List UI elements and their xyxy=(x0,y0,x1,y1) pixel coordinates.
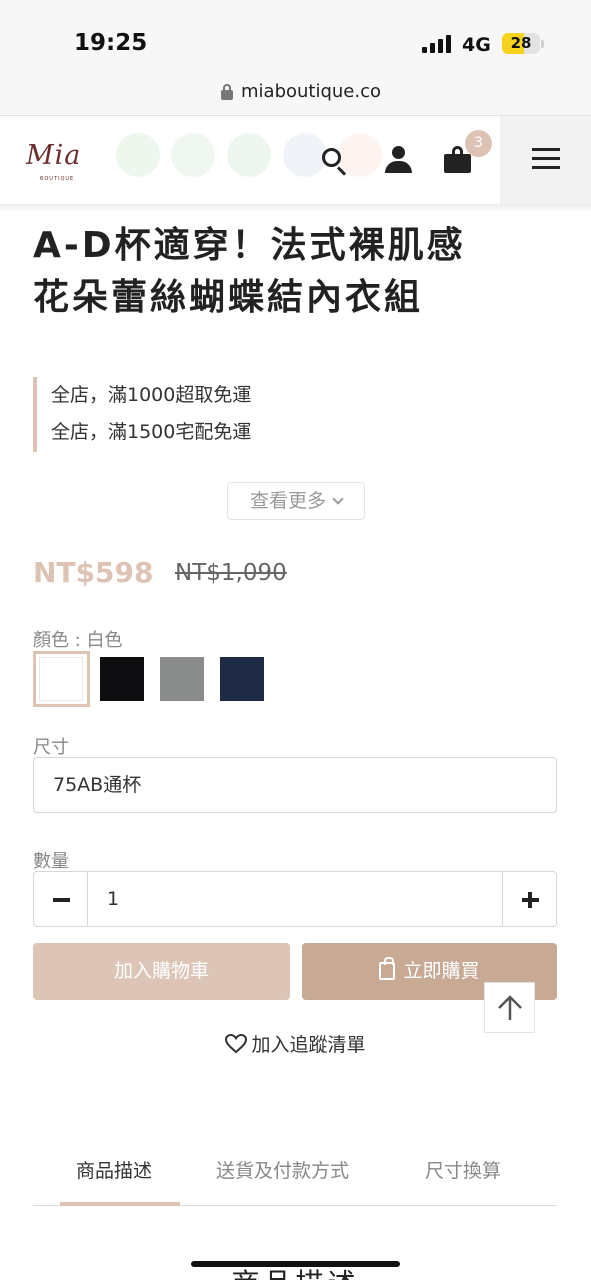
size-select[interactable]: 75AB通杯 xyxy=(33,757,557,813)
battery-tip xyxy=(541,40,544,48)
cart-count-badge: 3 xyxy=(465,130,492,157)
original-price: NT$1,090 xyxy=(175,560,287,586)
tab-size-chart[interactable]: 尺寸換算 xyxy=(425,1156,501,1183)
lock-icon xyxy=(221,84,233,100)
chevron-down-icon xyxy=(332,493,344,505)
site-header: Mia BOUTIQUE 3 xyxy=(0,116,591,204)
back-to-top-button[interactable] xyxy=(484,982,535,1033)
network-type: 4G xyxy=(462,34,491,56)
product-title: A-D杯適穿！法式裸肌感 花朵蕾絲蝴蝶結內衣組 xyxy=(33,220,563,324)
sale-price: NT$598 xyxy=(33,556,154,589)
promo-line: 全店，滿1500宅配免運 xyxy=(51,421,252,443)
color-swatch-white[interactable] xyxy=(39,657,83,701)
see-more-button[interactable]: 查看更多 xyxy=(227,482,365,520)
color-swatch-black[interactable] xyxy=(100,657,144,701)
logo-subtext: BOUTIQUE xyxy=(40,176,75,182)
active-tab-indicator xyxy=(60,1202,180,1206)
logo[interactable]: Mia BOUTIQUE xyxy=(26,140,88,190)
page: 19:25 4G 28 miaboutique.co Mia BOUTIQUE xyxy=(0,0,591,1280)
url-text[interactable]: miaboutique.co xyxy=(241,81,381,102)
size-label: 尺寸 xyxy=(33,737,69,758)
share-whatsapp-icon[interactable] xyxy=(227,133,271,177)
battery-level: 28 xyxy=(510,34,532,52)
color-label: 顏色 : 白色 xyxy=(33,630,123,651)
quantity-label: 數量 xyxy=(33,851,69,872)
user-icon[interactable] xyxy=(384,146,412,174)
logo-text: Mia xyxy=(26,140,82,171)
product-title-line-2: 花朵蕾絲蝴蝶結內衣組 xyxy=(33,277,424,318)
url-bar[interactable]: miaboutique.co xyxy=(0,74,591,116)
search-icon[interactable] xyxy=(322,148,348,176)
shopping-bag-icon xyxy=(379,957,396,980)
tab-description[interactable]: 商品描述 xyxy=(76,1156,152,1183)
battery-icon: 28 xyxy=(502,33,540,54)
quantity-stepper: 1 xyxy=(33,871,557,927)
quantity-decrease-button[interactable] xyxy=(33,871,88,927)
color-swatch-navy[interactable] xyxy=(220,657,264,701)
minus-icon xyxy=(53,898,70,902)
promo-line: 全店，滿1000超取免運 xyxy=(51,384,252,406)
wishlist-label: 加入追蹤清單 xyxy=(251,1034,366,1056)
heart-icon xyxy=(225,1034,248,1054)
color-swatch-gray[interactable] xyxy=(160,657,204,701)
share-messenger-icon[interactable] xyxy=(283,133,327,177)
tab-shipping-payment[interactable]: 送貨及付款方式 xyxy=(216,1156,349,1183)
buy-now-label: 立即購買 xyxy=(403,960,480,982)
status-time: 19:25 xyxy=(74,30,148,56)
share-line-icon[interactable] xyxy=(116,133,160,177)
status-bar: 19:25 4G 28 xyxy=(0,0,591,74)
quantity-increase-button[interactable] xyxy=(502,871,557,927)
header-shadow xyxy=(0,204,591,212)
add-to-cart-button[interactable]: 加入購物車 xyxy=(33,943,290,1000)
home-indicator[interactable] xyxy=(191,1261,400,1267)
signal-icon xyxy=(422,35,452,53)
product-tabs: 商品描述 送貨及付款方式 尺寸換算 xyxy=(33,1150,557,1206)
promo-box: 全店，滿1000超取免運 全店，滿1500宅配免運 xyxy=(33,377,433,452)
arrow-up-icon xyxy=(498,995,522,1020)
add-to-wishlist-link[interactable]: 加入追蹤清單 xyxy=(0,1030,591,1057)
menu-zone[interactable] xyxy=(500,116,591,204)
menu-icon[interactable] xyxy=(532,148,560,170)
share-facebook-icon[interactable] xyxy=(171,133,215,177)
product-title-line-1: A-D杯適穿！法式裸肌感 xyxy=(33,225,466,266)
quantity-input[interactable]: 1 xyxy=(88,871,502,927)
see-more-label: 查看更多 xyxy=(249,490,326,512)
